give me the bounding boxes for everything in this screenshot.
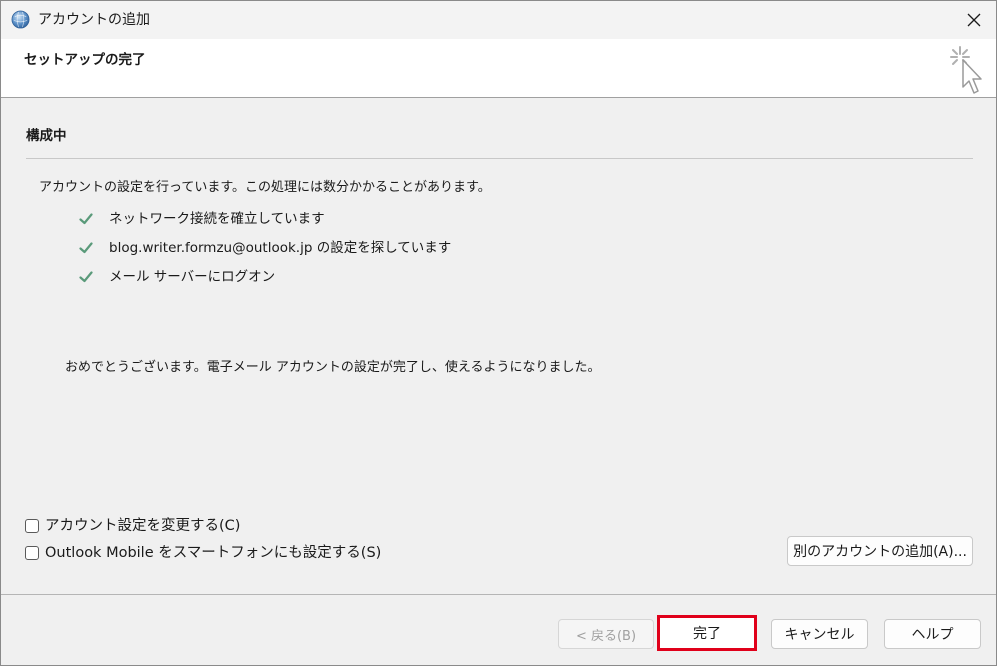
help-button[interactable]: ヘルプ — [884, 619, 981, 649]
section-title: 構成中 — [26, 128, 67, 144]
step-item: メール サーバーにログオン — [79, 267, 275, 287]
change-settings-checkbox[interactable]: アカウント設定を変更する(C) — [25, 516, 240, 536]
success-message: おめでとうございます。電子メール アカウントの設定が完了し、使えるようになりまし… — [65, 360, 601, 375]
intro-text: アカウントの設定を行っています。この処理には数分かかることがあります。 — [39, 180, 491, 195]
outlook-mobile-checkbox[interactable]: Outlook Mobile をスマートフォンにも設定する(S) — [25, 543, 381, 563]
check-icon — [79, 242, 93, 254]
finish-button[interactable]: 完了 — [657, 615, 757, 651]
step-item: ネットワーク接続を確立しています — [79, 209, 325, 229]
add-account-dialog: アカウントの追加 セットアップの完了 構成中 アカウントの設定を行っています。こ… — [0, 0, 997, 666]
check-icon — [79, 213, 93, 225]
checkbox-box[interactable] — [25, 519, 39, 533]
checkbox-label[interactable]: アカウント設定を変更する(C) — [45, 517, 240, 535]
close-icon — [967, 13, 981, 27]
checkbox-label[interactable]: Outlook Mobile をスマートフォンにも設定する(S) — [45, 544, 381, 562]
cancel-button[interactable]: キャンセル — [771, 619, 868, 649]
step-label: メール サーバーにログオン — [109, 269, 276, 285]
title-bar: アカウントの追加 — [1, 1, 996, 39]
page-title: セットアップの完了 — [24, 52, 146, 68]
checkbox-box[interactable] — [25, 546, 39, 560]
check-icon — [79, 271, 93, 283]
window-title: アカウントの追加 — [38, 12, 150, 28]
wizard-header: セットアップの完了 — [1, 39, 996, 98]
step-item: blog.writer.formzu@outlook.jp の設定を探しています — [79, 238, 451, 258]
footer-divider — [1, 594, 996, 595]
step-label: blog.writer.formzu@outlook.jp の設定を探しています — [109, 240, 452, 256]
step-label: ネットワーク接続を確立しています — [109, 211, 325, 227]
section-divider — [26, 158, 973, 159]
close-button[interactable] — [956, 5, 992, 35]
back-button[interactable]: < 戻る(B) — [558, 619, 654, 649]
cursor-sparkle-icon — [950, 46, 982, 94]
add-another-account-button[interactable]: 別のアカウントの追加(A)... — [787, 536, 973, 566]
outlook-globe-icon — [11, 10, 30, 29]
